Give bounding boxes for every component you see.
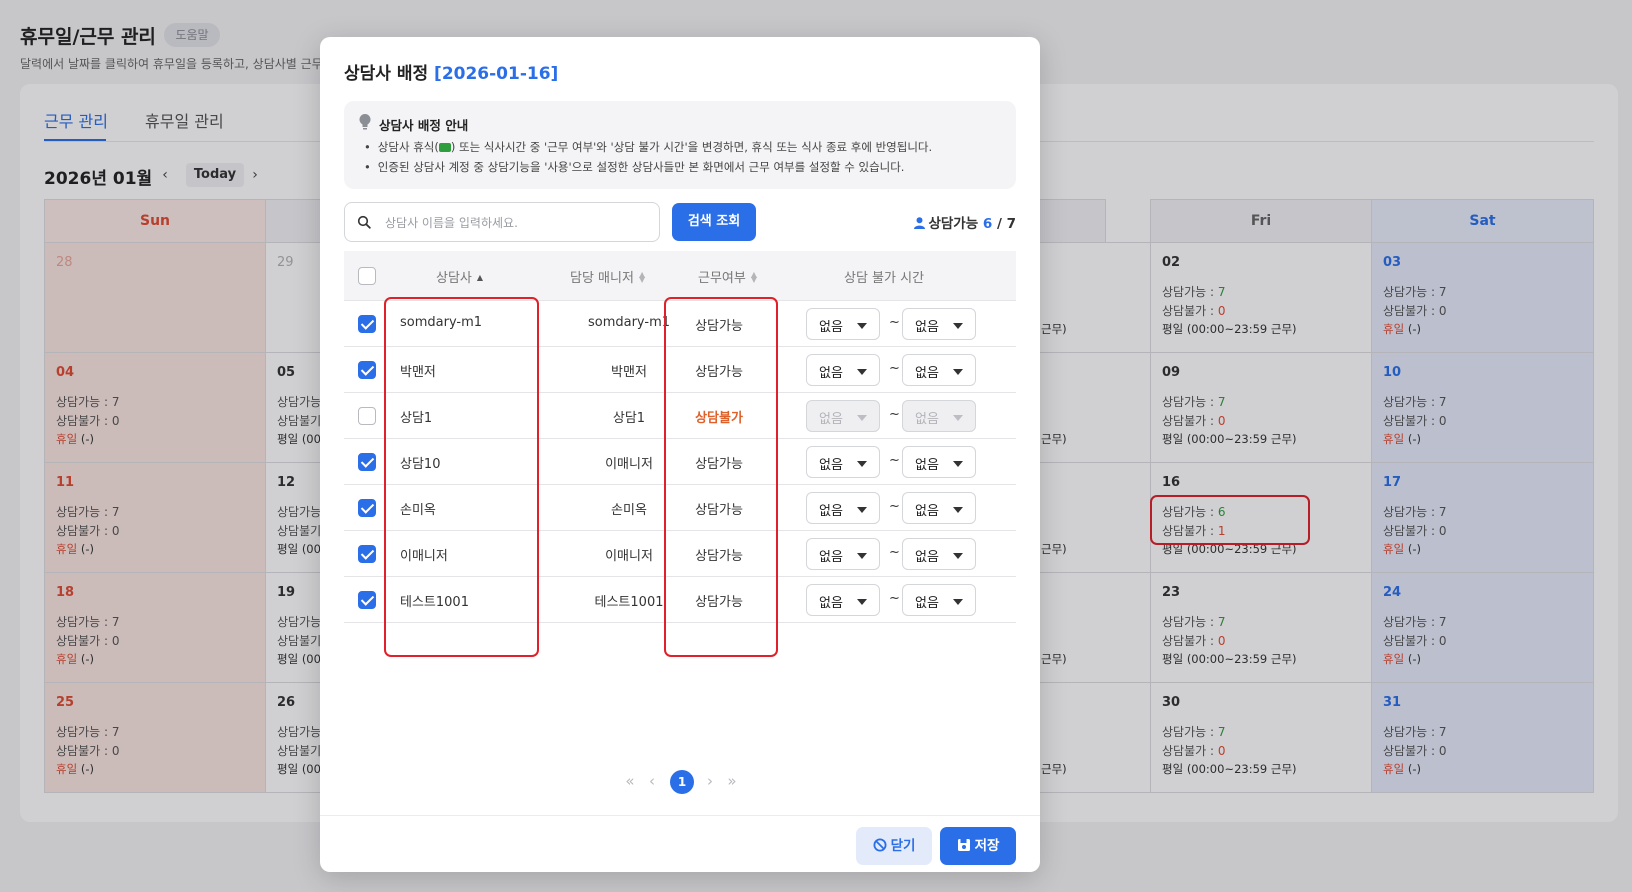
unavailable-from-select[interactable]: 없음 bbox=[806, 446, 880, 478]
unavailable-to-select[interactable]: 없음 bbox=[902, 308, 976, 340]
unavailable-to-select[interactable]: 없음 bbox=[902, 538, 976, 570]
search-box bbox=[344, 202, 660, 242]
caret-down-icon bbox=[857, 461, 867, 467]
caret-down-icon bbox=[953, 599, 963, 605]
search-icon bbox=[357, 215, 371, 229]
range-separator: ~ bbox=[889, 453, 900, 468]
highlight-box-counselor-column bbox=[384, 297, 539, 657]
row-checkbox[interactable] bbox=[358, 453, 376, 471]
col-header-work[interactable]: 근무여부 ▲ ▼ bbox=[698, 267, 757, 287]
first-page-button[interactable]: « bbox=[620, 772, 640, 790]
next-page-button[interactable]: › bbox=[700, 772, 720, 790]
block-icon bbox=[873, 838, 887, 852]
range-separator: ~ bbox=[889, 591, 900, 606]
caret-down-icon bbox=[857, 599, 867, 605]
caret-down-icon bbox=[953, 369, 963, 375]
rest-flag-icon bbox=[438, 143, 451, 152]
user-icon bbox=[914, 217, 926, 229]
unavailable-to-select[interactable]: 없음 bbox=[902, 446, 976, 478]
range-separator: ~ bbox=[889, 361, 900, 376]
pagination: « ‹ 1 › » bbox=[320, 770, 1040, 794]
select-all-checkbox[interactable] bbox=[358, 267, 376, 285]
row-checkbox[interactable] bbox=[358, 407, 376, 425]
sort-asc-icon: ▲ bbox=[476, 273, 484, 282]
unavailable-to-select[interactable]: 없음 bbox=[902, 492, 976, 524]
caret-down-icon bbox=[857, 323, 867, 329]
unavailable-from-select[interactable]: 없음 bbox=[806, 354, 880, 386]
unavailable-from-select[interactable]: 없음 bbox=[806, 538, 880, 570]
caret-down-icon bbox=[953, 415, 963, 421]
floppy-disk-icon bbox=[957, 839, 970, 851]
col-header-unavailable-time: 상담 불가 시간 bbox=[844, 271, 925, 286]
caret-down-icon bbox=[953, 553, 963, 559]
unavailable-from-select[interactable]: 없음 bbox=[806, 308, 880, 340]
row-checkbox[interactable] bbox=[358, 499, 376, 517]
row-checkbox[interactable] bbox=[358, 591, 376, 609]
counselor-search-input[interactable] bbox=[385, 211, 645, 235]
last-page-button[interactable]: » bbox=[722, 772, 742, 790]
availability-summary: 상담가능 6 / 7 bbox=[914, 212, 1016, 232]
unavailable-to-select[interactable]: 없음 bbox=[902, 354, 976, 386]
caret-down-icon bbox=[857, 507, 867, 513]
col-header-counselor[interactable]: 상담사 ▲ bbox=[436, 267, 483, 286]
unavailable-from-select: 없음 bbox=[806, 400, 880, 432]
table-header: 상담사 ▲ 담당 매니저 ▲ ▼ 근무여부 ▲ ▼ 상담 불가 시간 bbox=[344, 251, 1016, 301]
page-1-button[interactable]: 1 bbox=[670, 770, 694, 794]
footer-divider bbox=[320, 815, 1040, 816]
range-separator: ~ bbox=[889, 407, 900, 422]
lightbulb-icon bbox=[359, 114, 371, 130]
range-separator: ~ bbox=[889, 315, 900, 330]
range-separator: ~ bbox=[889, 545, 900, 560]
close-button[interactable]: 닫기 bbox=[856, 827, 932, 865]
info-line-auth: 인증된 상담사 계정 중 상담기능을 '사용'으로 설정한 상담사들만 본 화면… bbox=[364, 159, 905, 175]
search-button[interactable]: 검색 조회 bbox=[672, 203, 756, 241]
save-button[interactable]: 저장 bbox=[940, 827, 1016, 865]
unavailable-from-select[interactable]: 없음 bbox=[806, 492, 880, 524]
caret-down-icon bbox=[953, 323, 963, 329]
highlight-box-work-column bbox=[664, 297, 778, 657]
range-separator: ~ bbox=[889, 499, 900, 514]
row-checkbox[interactable] bbox=[358, 315, 376, 333]
sort-icon: ▲ ▼ bbox=[638, 270, 646, 284]
caret-down-icon bbox=[953, 507, 963, 513]
modal-title: 상담사 배정 [2026-01-16] bbox=[344, 64, 559, 84]
caret-down-icon bbox=[857, 553, 867, 559]
caret-down-icon bbox=[857, 369, 867, 375]
unavailable-to-select[interactable]: 없음 bbox=[902, 584, 976, 616]
sort-icon: ▲ ▼ bbox=[750, 270, 757, 284]
row-checkbox[interactable] bbox=[358, 545, 376, 563]
caret-down-icon bbox=[857, 415, 867, 421]
row-checkbox[interactable] bbox=[358, 361, 376, 379]
unavailable-from-select[interactable]: 없음 bbox=[806, 584, 880, 616]
info-line-rest: 상담사 휴식() 또는 식사시간 중 '근무 여부'와 '상담 불가 시간'을 … bbox=[364, 139, 932, 155]
info-title: 상담사 배정 안내 bbox=[379, 118, 469, 133]
info-box: 상담사 배정 안내 상담사 휴식() 또는 식사시간 중 '근무 여부'와 '상… bbox=[344, 101, 1016, 189]
col-header-manager[interactable]: 담당 매니저 ▲ ▼ bbox=[570, 267, 646, 287]
caret-down-icon bbox=[953, 461, 963, 467]
unavailable-to-select: 없음 bbox=[902, 400, 976, 432]
prev-page-button[interactable]: ‹ bbox=[642, 772, 662, 790]
assign-counselor-modal: 상담사 배정 [2026-01-16] 상담사 배정 안내 상담사 휴식() 또… bbox=[320, 37, 1040, 872]
